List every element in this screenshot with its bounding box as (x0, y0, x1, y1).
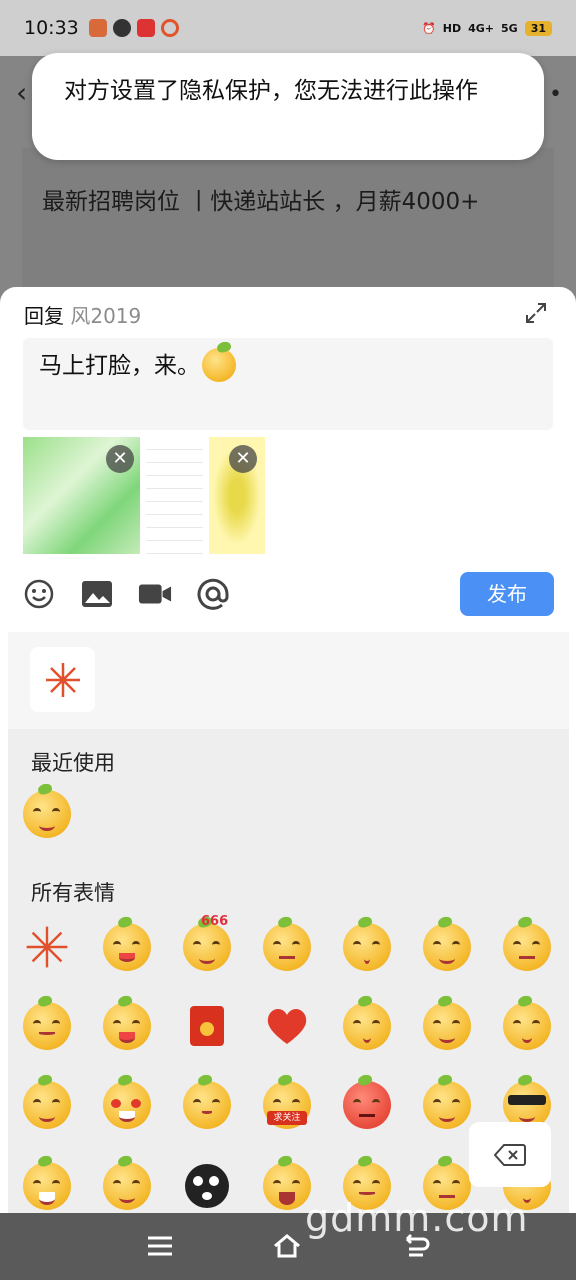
emoji-smug[interactable] (423, 923, 471, 971)
circle-notification-icon (160, 19, 179, 37)
attached-image-1[interactable]: ✕ (23, 437, 140, 554)
status-indicators: ⏰ HD 4G+ 5G 31 (422, 20, 552, 36)
status-time: 10:33 (24, 17, 79, 39)
status-bar: 10:33 ⏰ HD 4G+ 5G 31 (0, 0, 576, 56)
reply-prefix: 回复 (24, 304, 64, 328)
backspace-button[interactable] (469, 1122, 551, 1187)
record-notification-icon (136, 19, 155, 37)
sticker-follow-label: 求关注 (267, 1111, 307, 1125)
attached-image-3[interactable]: ✕ (209, 437, 265, 554)
back-arrow-icon[interactable]: ‹ (16, 76, 27, 109)
emoji-red-angry[interactable] (343, 1081, 391, 1129)
at-icon[interactable] (196, 577, 230, 611)
emoji-tab-bar (8, 632, 569, 729)
emoji-heart-eyes[interactable] (103, 1081, 151, 1129)
reply-username: 风2019 (70, 304, 142, 328)
publish-button[interactable]: 发布 (460, 572, 554, 616)
remove-image-icon[interactable]: ✕ (229, 445, 257, 473)
attached-images: ✕ ✕ (23, 437, 265, 554)
alarm-icon: ⏰ (422, 21, 436, 35)
emoji-watermelon[interactable] (103, 1002, 151, 1050)
emoji-arms-crossed[interactable] (503, 923, 551, 971)
post-text: 最新招聘岗位 丨快递站站长 ，月薪4000+ (42, 189, 480, 215)
emoji-follow-me[interactable]: 求关注 (263, 1081, 311, 1129)
network-5g-label: 5G (501, 21, 518, 35)
chat-notification-icon (112, 19, 131, 37)
remove-image-icon[interactable]: ✕ (106, 445, 134, 473)
reply-input[interactable]: 马上打脸，来。 (23, 338, 553, 430)
emoji-666[interactable]: 666 (183, 914, 231, 971)
reply-input-text: 马上打脸，来。 (39, 353, 200, 379)
reply-sheet: 回复 风2019 马上打脸，来。 ✕ ✕ 发布 最近使用 所有表情 666 求关… (0, 287, 576, 1213)
reply-toolbar: 发布 (22, 572, 554, 616)
emoji-icon[interactable] (22, 577, 56, 611)
emoji-yawn[interactable] (503, 1002, 551, 1050)
emoji-red-envelope[interactable] (183, 1002, 231, 1050)
emoji-sly[interactable] (423, 1002, 471, 1050)
emoji-tears-joy[interactable] (103, 1162, 151, 1210)
image-icon[interactable] (80, 577, 114, 611)
smirk-emoji-icon (202, 348, 236, 382)
emoji-laugh-cry[interactable] (23, 1162, 71, 1210)
network-4g-label: 4G+ (468, 21, 494, 35)
emoji-headband-angry[interactable] (263, 923, 311, 971)
firework-icon (45, 662, 80, 697)
watermark: gdmm.com (305, 1196, 529, 1240)
emoji-heart[interactable] (263, 1002, 311, 1050)
attached-image-2[interactable] (146, 437, 203, 554)
emoji-shout[interactable] (263, 1162, 311, 1210)
reply-header: 回复 风2019 (24, 300, 141, 329)
backspace-icon (494, 1143, 526, 1166)
sticker-666-label: 666 (201, 914, 229, 929)
toast-message: 对方设置了隐私保护，您无法进行此操作 (32, 53, 544, 160)
expand-icon[interactable] (524, 301, 548, 325)
emoji-firework[interactable] (23, 923, 71, 971)
post-card: 最新招聘岗位 丨快递站站长 ，月薪4000+ (22, 148, 554, 298)
emoji-meh[interactable] (23, 1002, 71, 1050)
menu-icon[interactable] (145, 1231, 175, 1261)
emoji-blush[interactable] (423, 1081, 471, 1129)
emoji-tongue[interactable] (103, 923, 151, 971)
emoji-confused[interactable] (343, 1002, 391, 1050)
emoji-tab[interactable] (30, 647, 95, 712)
home-icon[interactable] (272, 1231, 302, 1261)
recent-section-title: 最近使用 (31, 751, 115, 775)
emoji-kiss[interactable] (343, 923, 391, 971)
recent-emoji-smirk[interactable] (23, 790, 71, 838)
hd-badge: HD (442, 21, 462, 35)
emoji-injured[interactable] (23, 1081, 71, 1129)
more-icon[interactable]: • (549, 82, 562, 107)
battery-level: 31 (524, 20, 552, 36)
video-icon[interactable] (138, 577, 172, 611)
app-notification-icon (88, 19, 107, 37)
emoji-thinking[interactable] (183, 1081, 231, 1129)
all-section-title: 所有表情 (31, 881, 115, 905)
emoji-black-shocked[interactable] (183, 1162, 231, 1210)
